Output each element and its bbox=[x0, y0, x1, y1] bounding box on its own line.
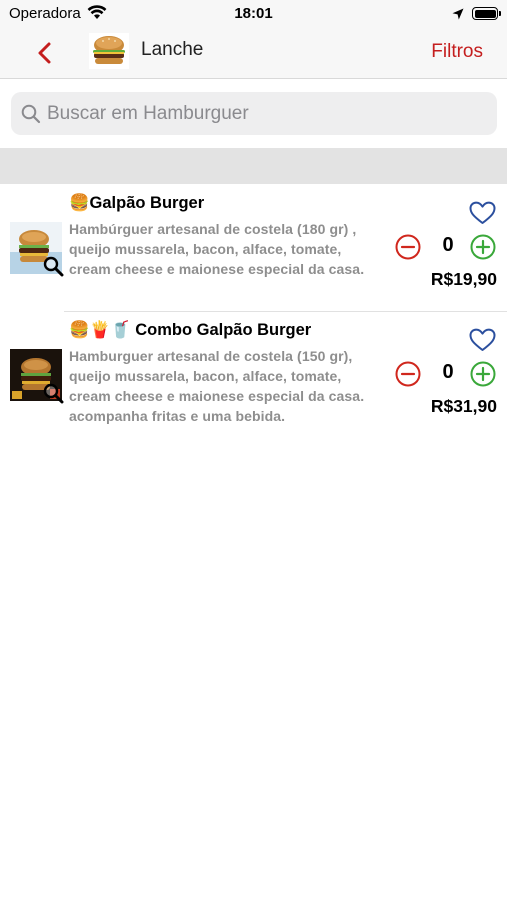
category-burger-image bbox=[89, 33, 129, 69]
search-icon bbox=[21, 104, 41, 129]
zoom-icon bbox=[42, 382, 64, 409]
increase-quantity-button[interactable] bbox=[470, 361, 496, 392]
chevron-left-icon bbox=[38, 42, 51, 64]
product-price: R$19,90 bbox=[430, 269, 497, 289]
favorite-button[interactable] bbox=[469, 328, 496, 357]
product-image[interactable] bbox=[10, 349, 64, 404]
status-bar: Operadora 18:01 bbox=[0, 0, 507, 28]
minus-circle-icon bbox=[395, 234, 421, 260]
favorite-button[interactable] bbox=[469, 201, 496, 230]
product-description: Hamburguer artesanal de costela (150 gr)… bbox=[69, 348, 365, 424]
decrease-quantity-button[interactable] bbox=[395, 234, 421, 265]
heart-icon bbox=[469, 201, 496, 224]
battery-icon bbox=[472, 7, 501, 20]
plus-circle-icon bbox=[470, 234, 496, 260]
filters-button[interactable]: Filtros bbox=[431, 41, 483, 63]
product-row[interactable]: 🍔🍟🥤 Combo Galpão Burger Hamburguer artes… bbox=[0, 313, 507, 440]
product-row[interactable]: 🍔Galpão Burger Hambúrguer artesanal de c… bbox=[0, 186, 507, 313]
minus-circle-icon bbox=[395, 361, 421, 387]
page-title: Lanche bbox=[141, 39, 204, 60]
zoom-icon bbox=[42, 255, 64, 282]
quantity-value: 0 bbox=[442, 234, 454, 256]
nav-bar: Lanche Filtros bbox=[0, 28, 507, 79]
search-input[interactable] bbox=[47, 92, 487, 135]
location-arrow-icon bbox=[452, 7, 464, 25]
row-divider bbox=[64, 311, 507, 312]
decrease-quantity-button[interactable] bbox=[395, 361, 421, 392]
product-name: 🍔🍟🥤 Combo Galpão Burger bbox=[69, 321, 312, 339]
clock: 18:01 bbox=[234, 5, 273, 22]
quantity-value: 0 bbox=[442, 361, 454, 383]
increase-quantity-button[interactable] bbox=[470, 234, 496, 265]
search-field[interactable] bbox=[11, 92, 497, 135]
section-header bbox=[0, 148, 507, 184]
heart-icon bbox=[469, 328, 496, 351]
product-image[interactable] bbox=[10, 222, 64, 277]
plus-circle-icon bbox=[470, 361, 496, 387]
product-description: Hambúrguer artesanal de costela (180 gr)… bbox=[69, 221, 365, 277]
back-button[interactable] bbox=[32, 40, 58, 66]
product-price: R$31,90 bbox=[430, 396, 497, 416]
product-name: 🍔Galpão Burger bbox=[69, 194, 205, 212]
